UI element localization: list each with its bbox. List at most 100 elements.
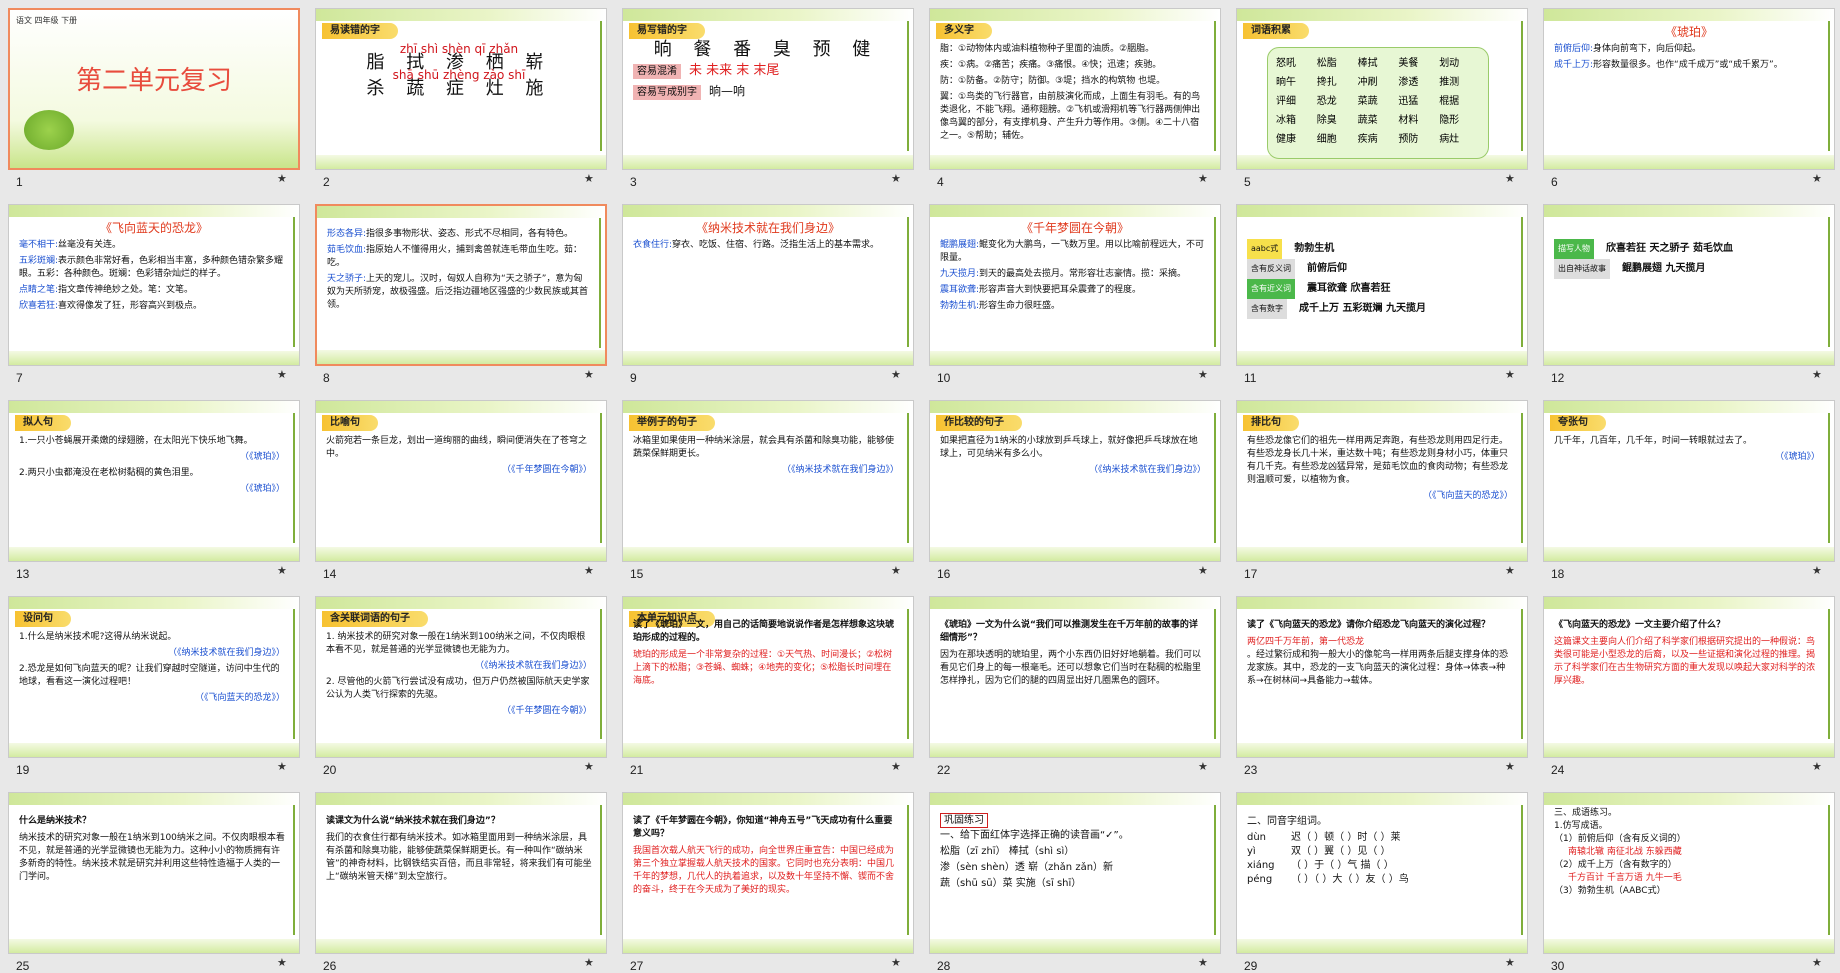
star-icon[interactable]: ★ bbox=[277, 172, 287, 185]
slide-thumbnail[interactable]: 形态各异:指很多事物形状、姿态、形式不尽相同，各有特色。 茹毛饮血:指原始人不懂得… bbox=[307, 196, 609, 392]
slide-thumbnail[interactable]: 《琥珀》 前俯后仰:身体向前弯下，向后仰起。 成千上万:形容数量很多。也作“成千成万… bbox=[1535, 0, 1837, 196]
star-icon[interactable]: ★ bbox=[1198, 956, 1208, 969]
text-line: 前俯后仰:身体向前弯下，向后仰起。 bbox=[1554, 43, 1820, 56]
frame-line bbox=[907, 217, 909, 347]
word-item: 棍据 bbox=[1439, 96, 1460, 107]
star-icon[interactable]: ★ bbox=[1812, 368, 1822, 381]
slide-body: 前俯后仰:身体向前弯下，向后仰起。 成千上万:形容数量很多。也作“成千成万”或“成… bbox=[1554, 43, 1820, 75]
slide-body: 1. 纳米技术的研究对象一般在1纳米到100纳米之间，不仅肉眼根本看不见，就是普… bbox=[326, 631, 592, 721]
slide-thumbnail[interactable]: 《飞向蓝天的恐龙》 毫不相干:丝毫没有关连。 五彩斑斓:表示颜色非常好看，色彩相当丰… bbox=[0, 196, 302, 392]
grass-decoration bbox=[9, 547, 299, 561]
slide-number: 13 bbox=[16, 567, 30, 581]
slide-thumbnail[interactable]: 易写错的字晌 餐 番 臭 预 健容易混淆未 未来 末 末尾 容易写成别字 晌—响 3 ★ bbox=[614, 0, 916, 196]
term-key: 茹毛饮血: bbox=[327, 245, 367, 255]
slide-thumbnail[interactable]: 三、成语练习。 1.仿写成语。 （1）前俯后仰（含有反义词的） 南辕北辙 南征北战 东… bbox=[1535, 784, 1837, 973]
text-line: 几千年，几百年，几千年，时间一转眼就过去了。 bbox=[1554, 435, 1820, 448]
slide-thumbnail[interactable]: 巩固练习 一、给下面红体字选择正确的读音画“✓”。 松脂（zī zhī） 棒拭（sh… bbox=[921, 784, 1223, 973]
star-icon[interactable]: ★ bbox=[891, 368, 901, 381]
star-icon[interactable]: ★ bbox=[1812, 760, 1822, 773]
star-icon[interactable]: ★ bbox=[1505, 760, 1515, 773]
slide-title: 《千年梦圆在今朝》 bbox=[1020, 221, 1129, 235]
frame-line bbox=[599, 218, 601, 348]
star-icon[interactable]: ★ bbox=[1812, 956, 1822, 969]
star-icon[interactable]: ★ bbox=[1505, 956, 1515, 969]
grass-decoration bbox=[1237, 401, 1527, 413]
text-line: 鲲鹏展翅:鲲变化为大鹏鸟，一飞数万里。用以比喻前程远大，不可限量。 bbox=[940, 239, 1206, 265]
star-icon[interactable]: ★ bbox=[584, 956, 594, 969]
slide-thumbnail[interactable]: 易读错的字 zhī shì shèn qī zhǎn 脂 拭 渗 栖 崭 shā sh… bbox=[307, 0, 609, 196]
slide-header: 词语积累 bbox=[1243, 23, 1309, 39]
slide-thumbnail[interactable]: aabc式 勃勃生机 含有反义词 前俯后仰 含有近义词 震耳欲聋 欣喜若狂 含有数字 成千上万… bbox=[1228, 196, 1530, 392]
term-text: 指很多事物形状、姿态、形式不尽相同，各有特色。 bbox=[366, 229, 574, 239]
text-line: 如果把直径为1纳米的小球放到乒乓球上，就好像把乒乓球放在地球上，可见纳米有多么小… bbox=[940, 435, 1206, 461]
slide-thumbnail[interactable]: 多义字 脂：①动物体内或油料植物种子里面的油质。②胭脂。 疾：①病。②痛苦；疾痛。③… bbox=[921, 0, 1223, 196]
star-icon[interactable]: ★ bbox=[1198, 172, 1208, 185]
frame-line bbox=[600, 609, 602, 739]
term-text: 喜欢得像发了狂，形容高兴到极点。 bbox=[58, 301, 203, 311]
star-icon[interactable]: ★ bbox=[891, 172, 901, 185]
slide-thumbnail[interactable]: 举例子的句子 冰箱里如果使用一种纳米涂层，就会具有杀菌和除臭功能，能够使蔬菜保鲜期… bbox=[614, 392, 916, 588]
slide-thumbnail[interactable]: 本单元知识点 读了《琥珀》一文，用自己的话简要地说说作者是怎样想象这块琥珀形成的过… bbox=[614, 588, 916, 784]
slide-thumbnail[interactable]: 《飞向蓝天的恐龙》一文主要介绍了什么？ 这篇课文主要向人们介绍了科学家们根据研究提… bbox=[1535, 588, 1837, 784]
term-text: 上天的宠儿。汉时，匈奴人自称为“天之骄子”，意为匈奴为天所骄宠，故极强盛。后泛指… bbox=[327, 274, 589, 310]
text-line: 有些恐龙像它们的祖先一样用两足奔跑，有些恐龙则用四足行走。有些恐龙身长几十米，重… bbox=[1247, 435, 1513, 487]
term-text: 形容声音大到快要把耳朵震聋了的程度。 bbox=[979, 285, 1142, 295]
star-icon[interactable]: ★ bbox=[584, 172, 594, 185]
grass-decoration bbox=[9, 793, 299, 805]
slide-thumbnail[interactable]: 《千年梦圆在今朝》鲲鹏展翅:鲲变化为大鹏鸟，一飞数万里。用以比喻前程远大，不可限… bbox=[921, 196, 1223, 392]
slide-thumbnail[interactable]: 含关联词语的句子 1. 纳米技术的研究对象一般在1纳米到100纳米之间，不仅肉眼根… bbox=[307, 588, 609, 784]
star-icon[interactable]: ★ bbox=[1198, 564, 1208, 577]
slide-thumbnail[interactable]: 描写人物 欣喜若狂 天之骄子 茹毛饮血 出自神话故事 鲲鹏展翅 九天揽月 12 ★ bbox=[1535, 196, 1837, 392]
slide-thumbnail[interactable]: 作比较的句子 如果把直径为1纳米的小球放到乒乓球上，就好像把乒乓球放在地球上，可见… bbox=[921, 392, 1223, 588]
term-text: 丝毫没有关连。 bbox=[58, 240, 122, 250]
slide-header: 比喻句 bbox=[322, 415, 378, 431]
slide-thumbnail[interactable]: 二、同音字组词。 dùn 迟（ ）顿（ ）时（ ）莱 yì 双（ ）翼（ ）见（ ） xi… bbox=[1228, 784, 1530, 973]
slide-thumbnail[interactable]: 《琥珀》一文为什么说“我们可以推测发生在千万年前的故事的详细情形”？ 因为在那块透… bbox=[921, 588, 1223, 784]
star-icon[interactable]: ★ bbox=[891, 956, 901, 969]
star-icon[interactable]: ★ bbox=[1505, 172, 1515, 185]
star-icon[interactable]: ★ bbox=[1198, 760, 1208, 773]
star-icon[interactable]: ★ bbox=[891, 760, 901, 773]
star-icon[interactable]: ★ bbox=[891, 564, 901, 577]
slide-thumbnail[interactable]: 语文 四年级 下册 第二单元复习 1 ★ bbox=[0, 0, 302, 196]
practice-label: 巩固练习 bbox=[940, 813, 988, 828]
practice-line: （3）勃勃生机（AABC式） bbox=[1554, 886, 1666, 896]
word-item: 细胞 bbox=[1316, 134, 1337, 145]
star-icon[interactable]: ★ bbox=[277, 760, 287, 773]
slide-content: 《琥珀》 前俯后仰:身体向前弯下，向后仰起。 成千上万:形容数量很多。也作“成千成万… bbox=[1543, 8, 1835, 170]
slide-number: 8 bbox=[323, 371, 330, 385]
slide-thumbnail[interactable]: 读了《飞向蓝天的恐龙》请你介绍恐龙飞向蓝天的演化过程？ 两亿四千万年前，第一代恐龙… bbox=[1228, 588, 1530, 784]
slide-thumbnail[interactable]: 什么是纳米技术？ 纳米技术的研究对象一般在1纳米到100纳米之间。不仅肉眼根本看不… bbox=[0, 784, 302, 973]
grass-decoration bbox=[623, 205, 913, 217]
grass-decoration bbox=[1237, 547, 1527, 561]
slide-thumbnail[interactable]: 词语积累怒吼 松脂 棒拭 美餐 划动 晌午 搀扎 冲刷 渗透 推测 评细 恐龙 菜蔬 迅猛 棍据 冰箱 除臭 蔬菜… bbox=[1228, 0, 1530, 196]
slide-thumbnail[interactable]: 比喻句 火箭宛若一条巨龙，划出一道绚丽的曲线，瞬间便消失在了苍穹之中。 （《千年梦圆… bbox=[307, 392, 609, 588]
star-icon[interactable]: ★ bbox=[1505, 368, 1515, 381]
slide-content: 二、同音字组词。 dùn 迟（ ）顿（ ）时（ ）莱 yì 双（ ）翼（ ）见（ ） xi… bbox=[1236, 792, 1528, 954]
word-item: 评细 bbox=[1276, 96, 1296, 107]
slide-thumbnail[interactable]: 设问句 1.什么是纳米技术呢?这得从纳米说起。 （《纳米技术就在我们身边》） 2.恐龙… bbox=[0, 588, 302, 784]
star-icon[interactable]: ★ bbox=[1198, 368, 1208, 381]
star-icon[interactable]: ★ bbox=[1812, 172, 1822, 185]
grass-decoration bbox=[316, 939, 606, 953]
slide-thumbnail[interactable]: 夸张句 几千年，几百年，几千年，时间一转眼就过去了。 （《琥珀》） 18 ★ bbox=[1535, 392, 1837, 588]
slide-thumbnail[interactable]: 读课文为什么说“纳米技术就在我们身边”？ 我们的衣食住行都有纳米技术。如冰箱里面用… bbox=[307, 784, 609, 973]
slide-thumbnail[interactable]: 拟人句 1.一只小苍蝇展开柔嫩的绿翅膀，在太阳光下快乐地飞舞。 （《琥珀》） 2.两只… bbox=[0, 392, 302, 588]
term-text: 几千年，几百年，几千年，时间一转眼就过去了。 bbox=[1554, 436, 1753, 446]
star-icon[interactable]: ★ bbox=[584, 760, 594, 773]
star-icon[interactable]: ★ bbox=[277, 368, 287, 381]
slide-content: 《纳米技术就在我们身边》 衣食住行:穿衣、吃饭、住宿、行路。泛指生活上的基本需求。 bbox=[622, 204, 914, 366]
word-box: 怒吼 松脂 棒拭 美餐 划动 晌午 搀扎 冲刷 渗透 推测 评细 恐龙 菜蔬 迅猛 棍据 冰箱 除臭 蔬菜 材料 隐形… bbox=[1267, 47, 1489, 159]
slide-body: 1.什么是纳米技术呢?这得从纳米说起。 （《纳米技术就在我们身边》） 2.恐龙是如何… bbox=[19, 631, 285, 708]
star-icon[interactable]: ★ bbox=[277, 564, 287, 577]
text-line: 震耳欲聋:形容声音大到快要把耳朵震聋了的程度。 bbox=[940, 284, 1206, 297]
slide-thumbnail[interactable]: 《纳米技术就在我们身边》 衣食住行:穿衣、吃饭、住宿、行路。泛指生活上的基本需求。… bbox=[614, 196, 916, 392]
word-item: 健康 bbox=[1276, 134, 1296, 145]
star-icon[interactable]: ★ bbox=[584, 564, 594, 577]
slide-thumbnail[interactable]: 排比句 有些恐龙像它们的祖先一样用两足奔跑，有些恐龙则用四足行走。有些恐龙身长几十… bbox=[1228, 392, 1530, 588]
star-icon[interactable]: ★ bbox=[1812, 564, 1822, 577]
star-icon[interactable]: ★ bbox=[277, 956, 287, 969]
star-icon[interactable]: ★ bbox=[1505, 564, 1515, 577]
star-icon[interactable]: ★ bbox=[584, 368, 594, 381]
slide-thumbnail[interactable]: 读了《千年梦圆在今朝》，你知道“神舟五号”飞天成功有什么重要意义吗？ 我国首次载人… bbox=[614, 784, 916, 973]
